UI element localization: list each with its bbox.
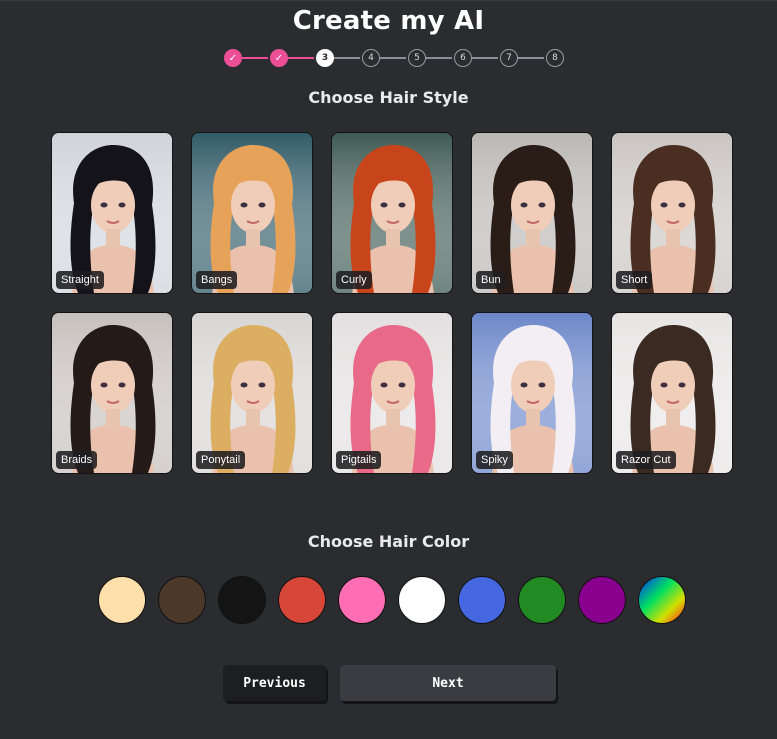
hair-style-label: Short [616,271,653,289]
hair-style-label: Bangs [196,271,238,289]
portrait-image [332,133,452,293]
hair-style-card[interactable]: Short [611,132,733,294]
hair-color-heading: Choose Hair Color [307,532,470,551]
step-4: 4 [362,49,380,67]
hair-style-label: Razor Cut [616,451,676,469]
portrait-image [52,313,172,473]
hair-color-swatch[interactable] [98,576,146,624]
step-6: 6 [454,49,472,67]
hair-style-card[interactable]: Spiky [471,312,593,474]
step-connector [286,57,314,59]
page-title: Create my AI [292,6,485,36]
next-button[interactable]: Next [340,665,556,701]
step-1-check-icon: ✓ [224,49,242,67]
portrait-image [612,133,732,293]
hair-style-label: Curly [336,271,372,289]
hair-style-card[interactable]: Bun [471,132,593,294]
step-8: 8 [546,49,564,67]
hair-color-swatch[interactable] [338,576,386,624]
hair-color-swatch[interactable] [398,576,446,624]
hair-style-card[interactable]: Straight [51,132,173,294]
step-connector [424,57,452,59]
hair-style-card[interactable]: Ponytail [191,312,313,474]
hair-color-swatch[interactable] [158,576,206,624]
step-connector [378,57,406,59]
step-connector [240,57,268,59]
portrait-image [472,133,592,293]
hair-color-swatch[interactable] [578,576,626,624]
step-connector [516,57,544,59]
step-5: 5 [408,49,426,67]
hair-style-label: Braids [56,451,98,469]
hair-color-swatch[interactable] [218,576,266,624]
hair-style-label: Spiky [476,451,513,469]
hair-style-card[interactable]: Bangs [191,132,313,294]
hair-style-card[interactable]: Pigtails [331,312,453,474]
portrait-image [332,313,452,473]
progress-stepper: ✓ ✓ 3 4 5 6 7 8 [224,48,564,68]
step-2-check-icon: ✓ [270,49,288,67]
hair-style-label: Pigtails [336,451,382,469]
hair-style-card[interactable]: Razor Cut [611,312,733,474]
step-7: 7 [500,49,518,67]
hair-color-swatch[interactable] [518,576,566,624]
hair-style-label: Straight [56,271,104,289]
portrait-image [192,313,312,473]
hair-style-card[interactable]: Curly [331,132,453,294]
hair-color-swatch[interactable] [638,576,686,624]
step-3: 3 [316,49,334,67]
portrait-image [192,133,312,293]
hair-color-swatch[interactable] [278,576,326,624]
hair-style-heading: Choose Hair Style [308,88,469,107]
step-connector [332,57,360,59]
portrait-image [52,133,172,293]
previous-button[interactable]: Previous [223,665,326,701]
portrait-image [472,313,592,473]
hair-style-label: Ponytail [196,451,246,469]
hair-style-card[interactable]: Braids [51,312,173,474]
hair-color-swatch[interactable] [458,576,506,624]
hair-style-label: Bun [476,271,506,289]
portrait-image [612,313,732,473]
step-connector [470,57,498,59]
